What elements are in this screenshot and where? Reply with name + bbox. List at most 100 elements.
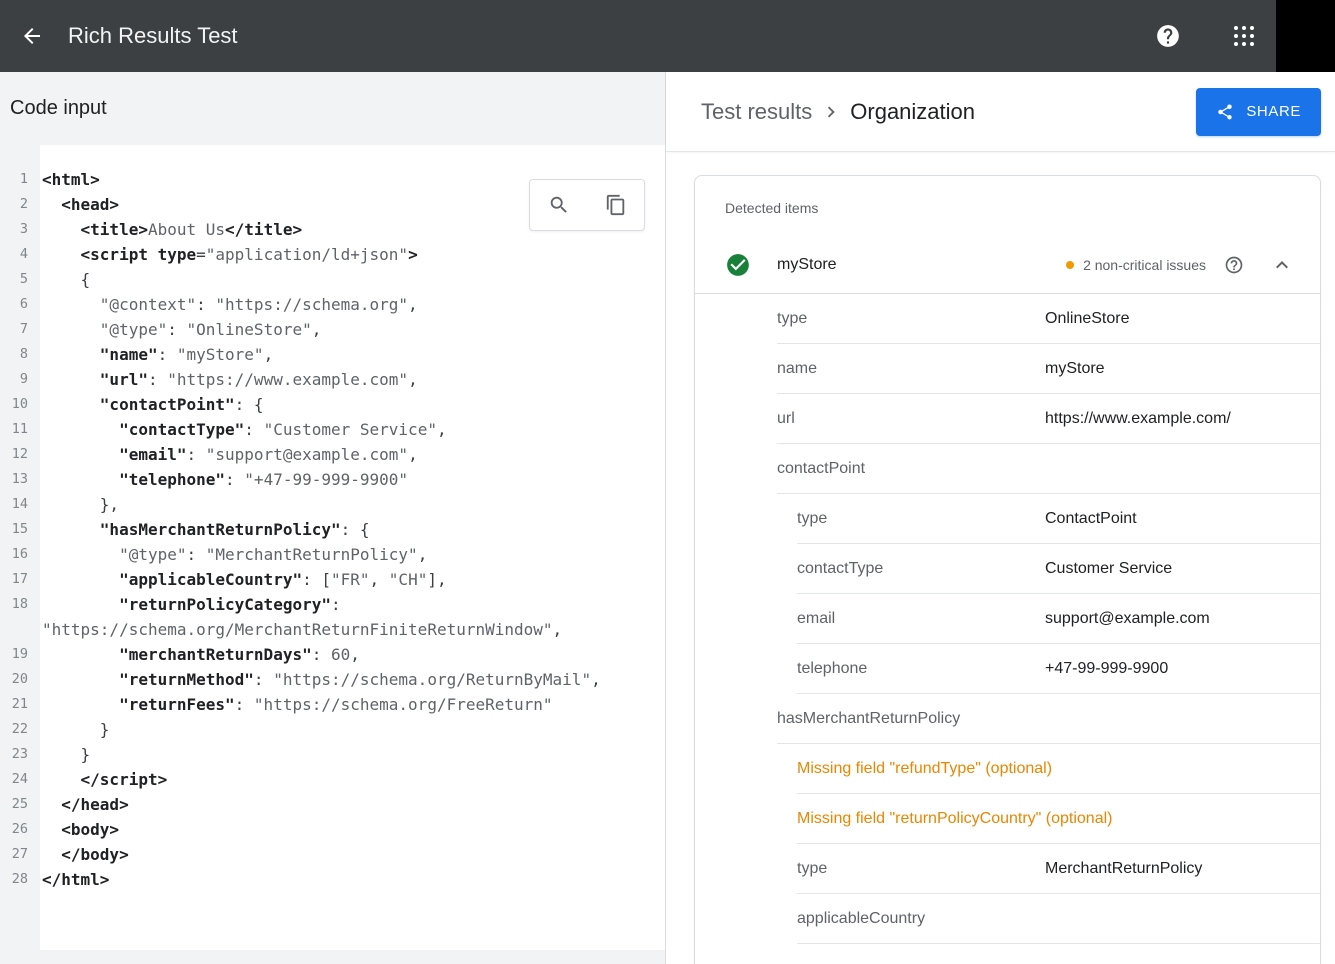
app-title: Rich Results Test <box>68 23 1144 49</box>
code-line-text: </head> <box>34 792 665 817</box>
detected-items-label: Detected items <box>725 200 1294 216</box>
line-number: 8 <box>0 342 34 367</box>
detail-label: applicableCountry <box>797 910 1045 928</box>
code-line-text: } <box>34 717 665 742</box>
search-icon <box>548 194 570 216</box>
line-number: 16 <box>0 542 34 567</box>
code-line: 22 } <box>0 717 665 742</box>
share-button[interactable]: SHARE <box>1196 88 1321 136</box>
line-number: 3 <box>0 217 34 242</box>
code-line: 9 "url": "https://www.example.com", <box>0 367 665 392</box>
code-line-text: "contactType": "Customer Service", <box>34 417 665 442</box>
code-line-text: </body> <box>34 842 665 867</box>
line-number: 24 <box>0 767 34 792</box>
line-number: 5 <box>0 267 34 292</box>
detail-warning-row: Missing field "returnPolicyCountry" (opt… <box>797 794 1320 844</box>
code-line: 14 }, <box>0 492 665 517</box>
code-line: 26 <body> <box>0 817 665 842</box>
code-line-text: "applicableCountry": ["FR", "CH"], <box>34 567 665 592</box>
arrow-back-icon <box>20 24 44 48</box>
detail-warning-row: Missing field "refundType" (optional) <box>797 744 1320 794</box>
warning-text: Missing field "returnPolicyCountry" (opt… <box>797 810 1112 828</box>
detail-label: hasMerchantReturnPolicy <box>777 710 1045 728</box>
detail-label: contactType <box>797 560 1045 578</box>
code-input-panel: Code input 1<html>2 <head>3 <title>About… <box>0 72 665 964</box>
line-number: 14 <box>0 492 34 517</box>
line-number: 4 <box>0 242 34 267</box>
code-line: 8 "name": "myStore", <box>0 342 665 367</box>
code-copy-button[interactable] <box>587 180 644 230</box>
code-line-text: "merchantReturnDays": 60, <box>34 642 665 667</box>
detail-row: urlhttps://www.example.com/ <box>777 394 1320 444</box>
profile-area[interactable] <box>1276 0 1335 72</box>
warning-text: Missing field "refundType" (optional) <box>797 760 1052 778</box>
code-line: 4 <script type="application/ld+json"> <box>0 242 665 267</box>
code-line: 20 "returnMethod": "https://schema.org/R… <box>0 667 665 692</box>
detail-label: contactPoint <box>777 460 1045 478</box>
line-number: 17 <box>0 567 34 592</box>
chevron-up-icon[interactable] <box>1270 253 1294 277</box>
code-line-text: "telephone": "+47-99-999-9900" <box>34 467 665 492</box>
detail-value: +47-99-999-9900 <box>1045 660 1168 678</box>
detail-label: type <box>797 510 1045 528</box>
code-line-text: <body> <box>34 817 665 842</box>
code-line: 6 "@context": "https://schema.org", <box>0 292 665 317</box>
line-number: 27 <box>0 842 34 867</box>
code-line-text: "returnFees": "https://schema.org/FreeRe… <box>34 692 665 717</box>
code-line-text: "@type": "OnlineStore", <box>34 317 665 342</box>
code-line-text: </html> <box>34 867 665 892</box>
code-search-button[interactable] <box>530 180 587 230</box>
code-line-text: "hasMerchantReturnPolicy": { <box>34 517 665 542</box>
line-number: 25 <box>0 792 34 817</box>
detail-group-row: applicableCountry <box>797 894 1320 944</box>
results-body: Detected items myStore 2 non-critical is… <box>666 152 1335 964</box>
detected-items-card: Detected items myStore 2 non-critical is… <box>694 175 1321 964</box>
line-number: 10 <box>0 392 34 417</box>
code-line: 17 "applicableCountry": ["FR", "CH"], <box>0 567 665 592</box>
detail-label: name <box>777 360 1045 378</box>
entity-row-mystore[interactable]: myStore 2 non-critical issues <box>695 236 1320 294</box>
line-number: 2 <box>0 192 34 217</box>
detail-group-row: hasMerchantReturnPolicy <box>777 694 1320 744</box>
code-line-text: "returnMethod": "https://schema.org/Retu… <box>34 667 665 692</box>
line-number: 23 <box>0 742 34 767</box>
horizontal-scrollbar[interactable] <box>0 950 665 964</box>
share-button-label: SHARE <box>1246 103 1301 120</box>
code-panel-header: Code input <box>0 72 665 145</box>
detail-row: namemyStore <box>777 344 1320 394</box>
apps-grid-button[interactable] <box>1220 12 1268 60</box>
back-button[interactable] <box>8 12 56 60</box>
code-line: 12 "email": "support@example.com", <box>0 442 665 467</box>
apps-grid-icon <box>1232 24 1256 48</box>
code-line: 28</html> <box>0 867 665 892</box>
breadcrumb-test-results[interactable]: Test results <box>701 99 812 125</box>
code-line-text: } <box>34 742 665 767</box>
detail-row: telephone+47-99-999-9900 <box>797 644 1320 694</box>
code-line: 7 "@type": "OnlineStore", <box>0 317 665 342</box>
test-results-panel: Test results Organization SHARE Detected… <box>665 72 1335 964</box>
code-line: 25 </head> <box>0 792 665 817</box>
warning-dot-icon <box>1066 261 1074 269</box>
code-line-text: "contactPoint": { <box>34 392 665 417</box>
detail-row: contactTypeCustomer Service <box>797 544 1320 594</box>
code-editor[interactable]: 1<html>2 <head>3 <title>About Us</title>… <box>0 145 665 950</box>
code-line-text: "url": "https://www.example.com", <box>34 367 665 392</box>
check-circle-icon <box>725 252 751 278</box>
detail-label: telephone <box>797 660 1045 678</box>
code-line: 5 { <box>0 267 665 292</box>
code-line: 23 } <box>0 742 665 767</box>
top-app-bar: Rich Results Test <box>0 0 1335 72</box>
chevron-right-icon <box>820 101 842 123</box>
detail-value: MerchantReturnPolicy <box>1045 860 1202 878</box>
code-line-text: "@type": "MerchantReturnPolicy", <box>34 542 665 567</box>
line-number: 18 <box>0 592 34 617</box>
detail-row: typeContactPoint <box>797 494 1320 544</box>
detail-value: ContactPoint <box>1045 510 1137 528</box>
detail-row: typeMerchantReturnPolicy <box>797 844 1320 894</box>
line-number: 13 <box>0 467 34 492</box>
help-button[interactable] <box>1144 12 1192 60</box>
code-panel-title: Code input <box>10 97 107 120</box>
help-outline-icon[interactable] <box>1224 255 1244 275</box>
code-lines: 1<html>2 <head>3 <title>About Us</title>… <box>0 167 665 892</box>
content-copy-icon <box>605 194 627 216</box>
